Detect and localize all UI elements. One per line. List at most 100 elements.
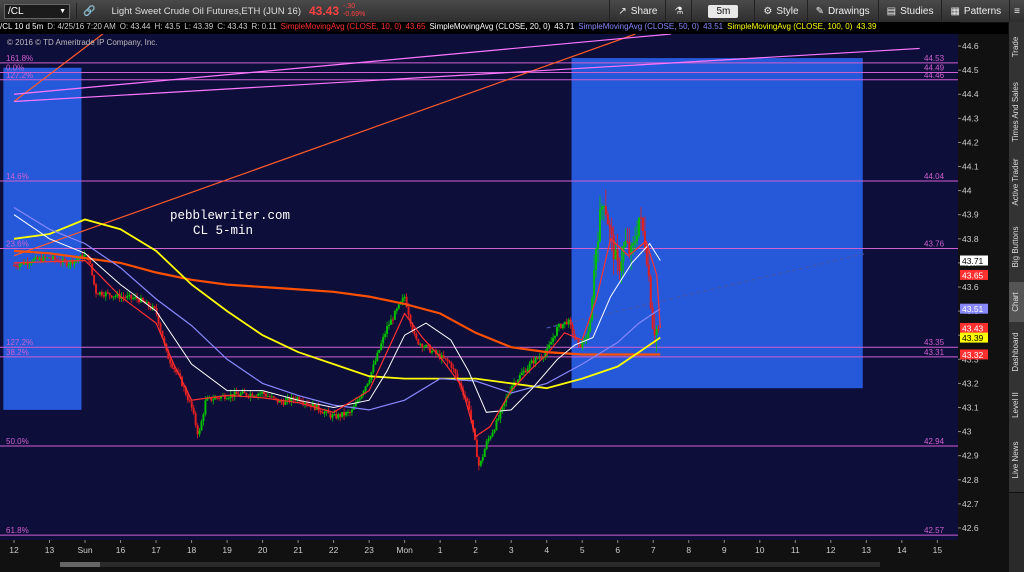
share-button[interactable]: ↗ Share [609,0,665,22]
price-tag-label: 43.65 [962,270,984,280]
sidebar-tab-times-and-sales[interactable]: Times And Sales [1009,72,1024,153]
candle-body [538,357,541,359]
candle-body [614,249,617,260]
candle-body [555,327,558,336]
patterns-button[interactable]: ▦ Patterns [941,0,1009,22]
style-button[interactable]: ⚙ Style [754,0,806,22]
fib-price-label: 44.53 [924,54,945,63]
timeframe-button[interactable]: 5m [691,0,754,22]
y-tick-label: 42.7 [962,499,979,509]
fib-price-label: 43.35 [924,338,945,347]
sidebar-tab-dashboard[interactable]: Dashboard [1009,322,1024,383]
x-tick-label: 20 [258,545,268,555]
candle-body [380,343,383,350]
x-tick-label: 23 [364,545,374,555]
sma50-label: SimpleMovingAvg (CLOSE, 50, 0) [578,22,700,31]
y-tick-label: 44.1 [962,162,979,172]
candle-body [600,206,603,210]
candle-body [376,352,379,361]
x-tick-label: 8 [686,545,691,555]
candle-body [337,414,340,419]
candle-body [448,361,451,363]
chevron-down-icon: ▼ [59,7,66,15]
period-label: /CL 10 d 5m [0,22,44,31]
x-tick-label: 11 [791,545,800,555]
candle-body [364,386,367,392]
sma100-value: 43.39 [856,22,877,31]
info-bar: /CL 10 d 5m D: 4/25/16 7:20 AM O: 43.44 H: … [0,22,960,34]
candle-body [358,398,361,401]
price-tag-label: 43.32 [962,350,984,360]
sidebar-tab-live-news[interactable]: Live News [1009,427,1024,493]
candle-body [550,341,553,345]
symbol-selector[interactable]: /CL ▼ [4,3,70,19]
candle-body [548,344,551,349]
sma20-label: SimpleMovingAvg (CLOSE, 20, 0) [429,22,551,31]
candle-body [598,209,601,242]
sidebar-tab-active-trader[interactable]: Active Trader [1009,152,1024,213]
menu-button[interactable]: ≡ [1009,0,1024,22]
price-chart[interactable]: 161.8% 44.530.0% 44.49127.2% 44.4614.6% 44.0… [0,34,1008,572]
candle-body [382,336,385,344]
annotation-line1: pebblewriter.com [170,209,291,223]
candle-body [198,430,201,435]
candle-body [395,308,398,311]
price-tag-label: 43.43 [962,323,984,333]
candle-body [407,307,410,315]
x-tick-label: 19 [222,545,232,555]
x-tick-label: 16 [116,545,126,555]
candle-body [345,412,348,416]
fib-price-label: 43.76 [924,239,945,248]
candle-body [477,457,480,466]
candle-body [552,337,555,342]
candle-body [446,359,449,362]
candle-body [626,241,629,243]
fib-percent-label: 61.8% [6,526,29,535]
sidebar-tab-big-buttons[interactable]: Big Buttons [1009,212,1024,283]
candle-body [393,310,396,320]
candle-body [368,379,371,384]
drawings-button[interactable]: ✎ Drawings [806,0,878,22]
fib-price-label: 44.46 [924,71,945,80]
candle-body [114,296,117,298]
sma10-label: SimpleMovingAvg (CLOSE, 10, 0) [280,22,402,31]
x-tick-label: 10 [755,545,765,555]
candle-body [272,396,275,398]
studies-button[interactable]: ▤ Studies [877,0,942,22]
y-tick-label: 42.9 [962,451,979,461]
candle-body [347,411,350,413]
x-tick-label: 18 [187,545,197,555]
studies-label: Studies [900,5,934,17]
fib-percent-label: 38.2% [6,348,29,357]
candle-body [647,264,650,277]
candle-body [645,247,648,265]
flask-button[interactable]: ⚗ [665,0,691,22]
sidebar-tab-trade[interactable]: Trade [1009,22,1024,73]
candle-body [495,420,498,430]
candle-body [419,343,422,345]
link-icon[interactable]: 🔗 [83,6,95,17]
candle-body [403,296,406,299]
x-tick-label: 13 [862,545,872,555]
sma20-value: 43.71 [554,22,575,31]
sidebar-tab-level-ii[interactable]: Level II [1009,382,1024,428]
candle-body [96,293,99,295]
x-tick-label: 15 [933,545,943,555]
toolbar: /CL ▼ 🔗 Light Sweet Crude Oil Futures,ETH… [0,0,1024,23]
candle-body [612,234,615,260]
candle-body [413,330,416,334]
candle-body [44,256,47,259]
candle-body [425,345,428,347]
x-tick-label: 22 [329,545,339,555]
candle-body [225,398,228,400]
candle-body [194,413,197,426]
candle-body [333,414,336,416]
candle-body [415,333,418,340]
hamburger-icon: ≡ [1014,5,1020,17]
sidebar-tab-label: Active Trader [1011,158,1020,206]
bar-range: R: 0.11 [251,22,277,31]
candle-body [235,391,238,395]
bar-open: O: 43.44 [119,22,151,31]
sidebar-tab-chart[interactable]: Chart [1009,282,1024,323]
sidebar: Trade Times And Sales Active Trader Big But… [1008,22,1024,572]
